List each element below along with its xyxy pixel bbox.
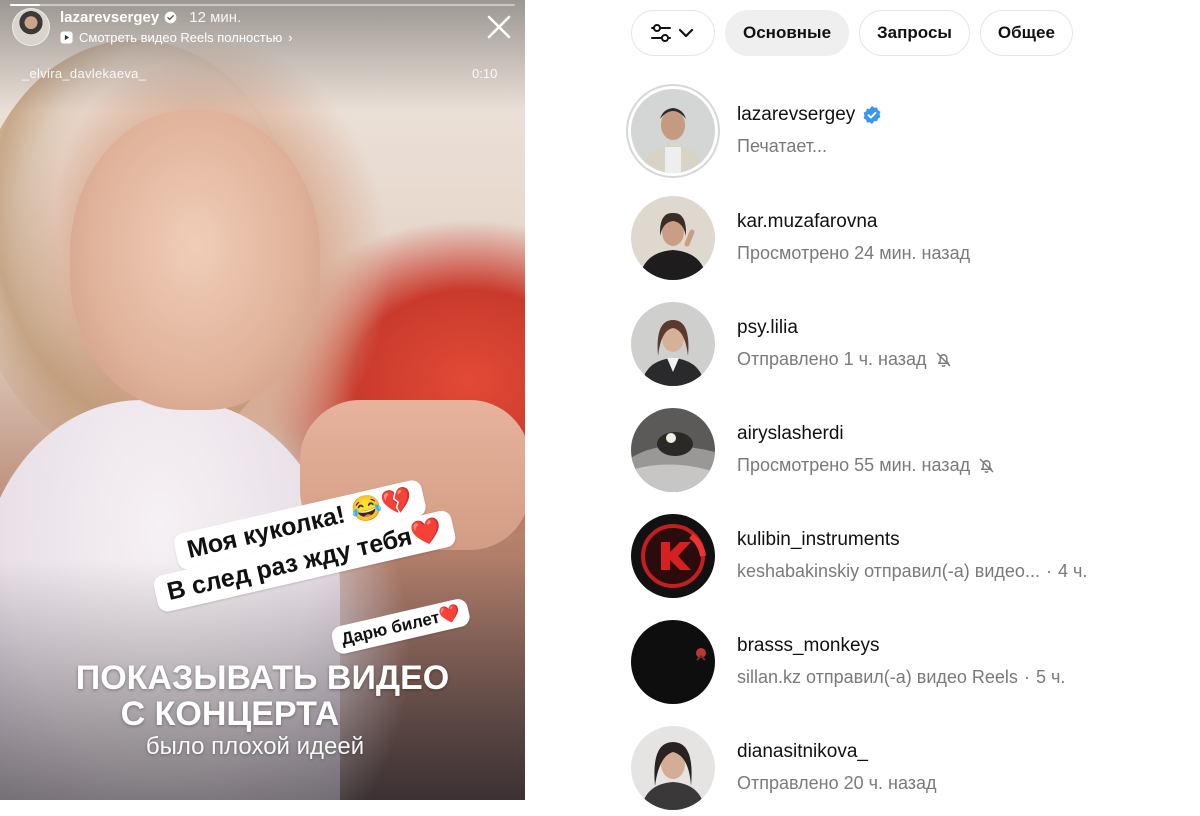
thread-username: airyslasherdi xyxy=(737,423,844,444)
thread-item[interactable]: dianasitnikova_ Отправлено 20 ч. назад xyxy=(631,720,1191,816)
avatar[interactable] xyxy=(631,302,715,386)
thread-text: kulibin_instruments keshabakinskiy отпра… xyxy=(737,527,1087,585)
thread-status: Просмотрено 55 мин. назад xyxy=(737,451,996,479)
thread-text: brasss_monkeys sillan.kz отправил(-а) ви… xyxy=(737,633,1065,691)
thread-status: sillan.kz отправил(-а) видео Reels · 5 ч… xyxy=(737,663,1065,691)
thread-item[interactable]: airyslasherdi Просмотрено 55 мин. назад xyxy=(631,402,1191,498)
thread-username: kulibin_instruments xyxy=(737,529,900,550)
story-user-row: lazarevsergey 12 мин. xyxy=(60,8,293,26)
chevron-down-icon xyxy=(678,28,694,38)
thread-username: kar.muzafarovna xyxy=(737,211,878,232)
caption-line-3: было плохой идеей xyxy=(145,733,365,760)
thread-time: 5 ч. xyxy=(1035,666,1066,687)
tab-general[interactable]: Общее xyxy=(979,10,1073,56)
reels-icon xyxy=(60,31,73,44)
thread-username: psy.lilia xyxy=(737,317,798,338)
story-avatar[interactable] xyxy=(12,8,50,46)
bell-muted-icon xyxy=(936,352,950,367)
thread-text: airyslasherdi Просмотрено 55 мин. назад xyxy=(737,421,996,479)
tab-requests[interactable]: Запросы xyxy=(859,10,970,56)
thread-text: lazarevsergey Печатает... xyxy=(737,102,882,160)
thread-username: lazarevsergey xyxy=(737,102,882,128)
thread-item[interactable]: kulibin_instruments keshabakinskiy отпра… xyxy=(631,508,1191,604)
avatar[interactable] xyxy=(631,408,715,492)
thread-time: 4 ч. xyxy=(1057,560,1088,581)
thread-item[interactable]: lazarevsergey Печатает... xyxy=(631,83,1191,179)
separator-dot: · xyxy=(1045,560,1052,581)
story-credit: _elvira_davlekaeva_ xyxy=(22,66,147,81)
thread-item[interactable]: brasss_monkeys sillan.kz отправил(-а) ви… xyxy=(631,614,1191,710)
verified-badge-icon xyxy=(863,106,881,124)
thread-status: keshabakinskiy отправил(-а) видео... · 4… xyxy=(737,557,1087,585)
thread-text: kar.muzafarovna Просмотрено 24 мин. наза… xyxy=(737,209,970,267)
thread-text: psy.lilia Отправлено 1 ч. назад xyxy=(737,315,953,373)
thread-status: Печатает... xyxy=(737,135,828,156)
status-text: keshabakinskiy отправил(-а) видео... xyxy=(737,560,1040,581)
bell-muted-icon xyxy=(979,458,994,473)
chevron-right-icon: › xyxy=(288,30,293,45)
thread-item[interactable]: psy.lilia Отправлено 1 ч. назад xyxy=(631,296,1191,392)
heart-emoji: ❤️ xyxy=(408,515,445,550)
avatar[interactable] xyxy=(631,620,715,704)
tab-primary[interactable]: Основные xyxy=(725,10,850,56)
avatar[interactable] xyxy=(631,196,715,280)
thread-status: Отправлено 20 ч. назад xyxy=(737,772,937,793)
thread-text: dianasitnikova_ Отправлено 20 ч. назад xyxy=(737,739,937,797)
story-progress-bar xyxy=(10,4,515,6)
status-text: Отправлено 1 ч. назад xyxy=(737,348,927,369)
story-reels-link[interactable]: Смотреть видео Reels полностью › xyxy=(60,30,293,45)
story-viewer[interactable]: lazarevsergey 12 мин. Смотреть видео Ree… xyxy=(0,0,525,800)
caption-line-1: ПОКАЗЫВАТЬ ВИДЕО xyxy=(75,659,450,697)
story-progress-fill xyxy=(10,4,41,6)
avatar[interactable] xyxy=(631,514,715,598)
thread-item[interactable]: kar.muzafarovna Просмотрено 24 мин. наза… xyxy=(631,190,1191,286)
filter-dropdown-button[interactable] xyxy=(631,10,715,56)
story-caption: ПОКАЗЫВАТЬ ВИДЕО С КОНЦЕРТА было плохой … xyxy=(0,660,525,762)
username-text: lazarevsergey xyxy=(737,104,856,125)
thread-username: brasss_monkeys xyxy=(737,635,880,656)
story-meta: lazarevsergey 12 мин. Смотреть видео Ree… xyxy=(60,8,293,46)
avatar[interactable] xyxy=(631,89,715,173)
thread-username: dianasitnikova_ xyxy=(737,741,868,762)
caption-line-2: С КОНЦЕРТА xyxy=(120,695,340,733)
verified-badge-icon xyxy=(164,11,177,23)
thread-status: Отправлено 1 ч. назад xyxy=(737,345,953,373)
story-reels-label: Смотреть видео Reels полностью xyxy=(79,30,283,45)
inbox-filters: Основные Запросы Общее xyxy=(631,10,1083,56)
story-duration: 0:10 xyxy=(472,66,498,81)
story-username[interactable]: lazarevsergey xyxy=(60,9,159,26)
status-text: Просмотрено 55 мин. назад xyxy=(737,454,971,475)
direct-inbox: Основные Запросы Общее lazarevsergey Печ… xyxy=(525,0,1200,810)
story-header: lazarevsergey 12 мин. Смотреть видео Ree… xyxy=(12,8,512,48)
story-time: 12 мин. xyxy=(189,8,242,26)
close-icon[interactable] xyxy=(484,12,514,42)
sliders-icon xyxy=(651,24,694,42)
status-text: sillan.kz отправил(-а) видео Reels xyxy=(737,666,1018,687)
separator-dot: · xyxy=(1023,666,1030,687)
thread-status: Просмотрено 24 мин. назад xyxy=(737,242,971,263)
avatar[interactable] xyxy=(631,726,715,810)
heart-emoji: ❤️ xyxy=(437,602,463,627)
